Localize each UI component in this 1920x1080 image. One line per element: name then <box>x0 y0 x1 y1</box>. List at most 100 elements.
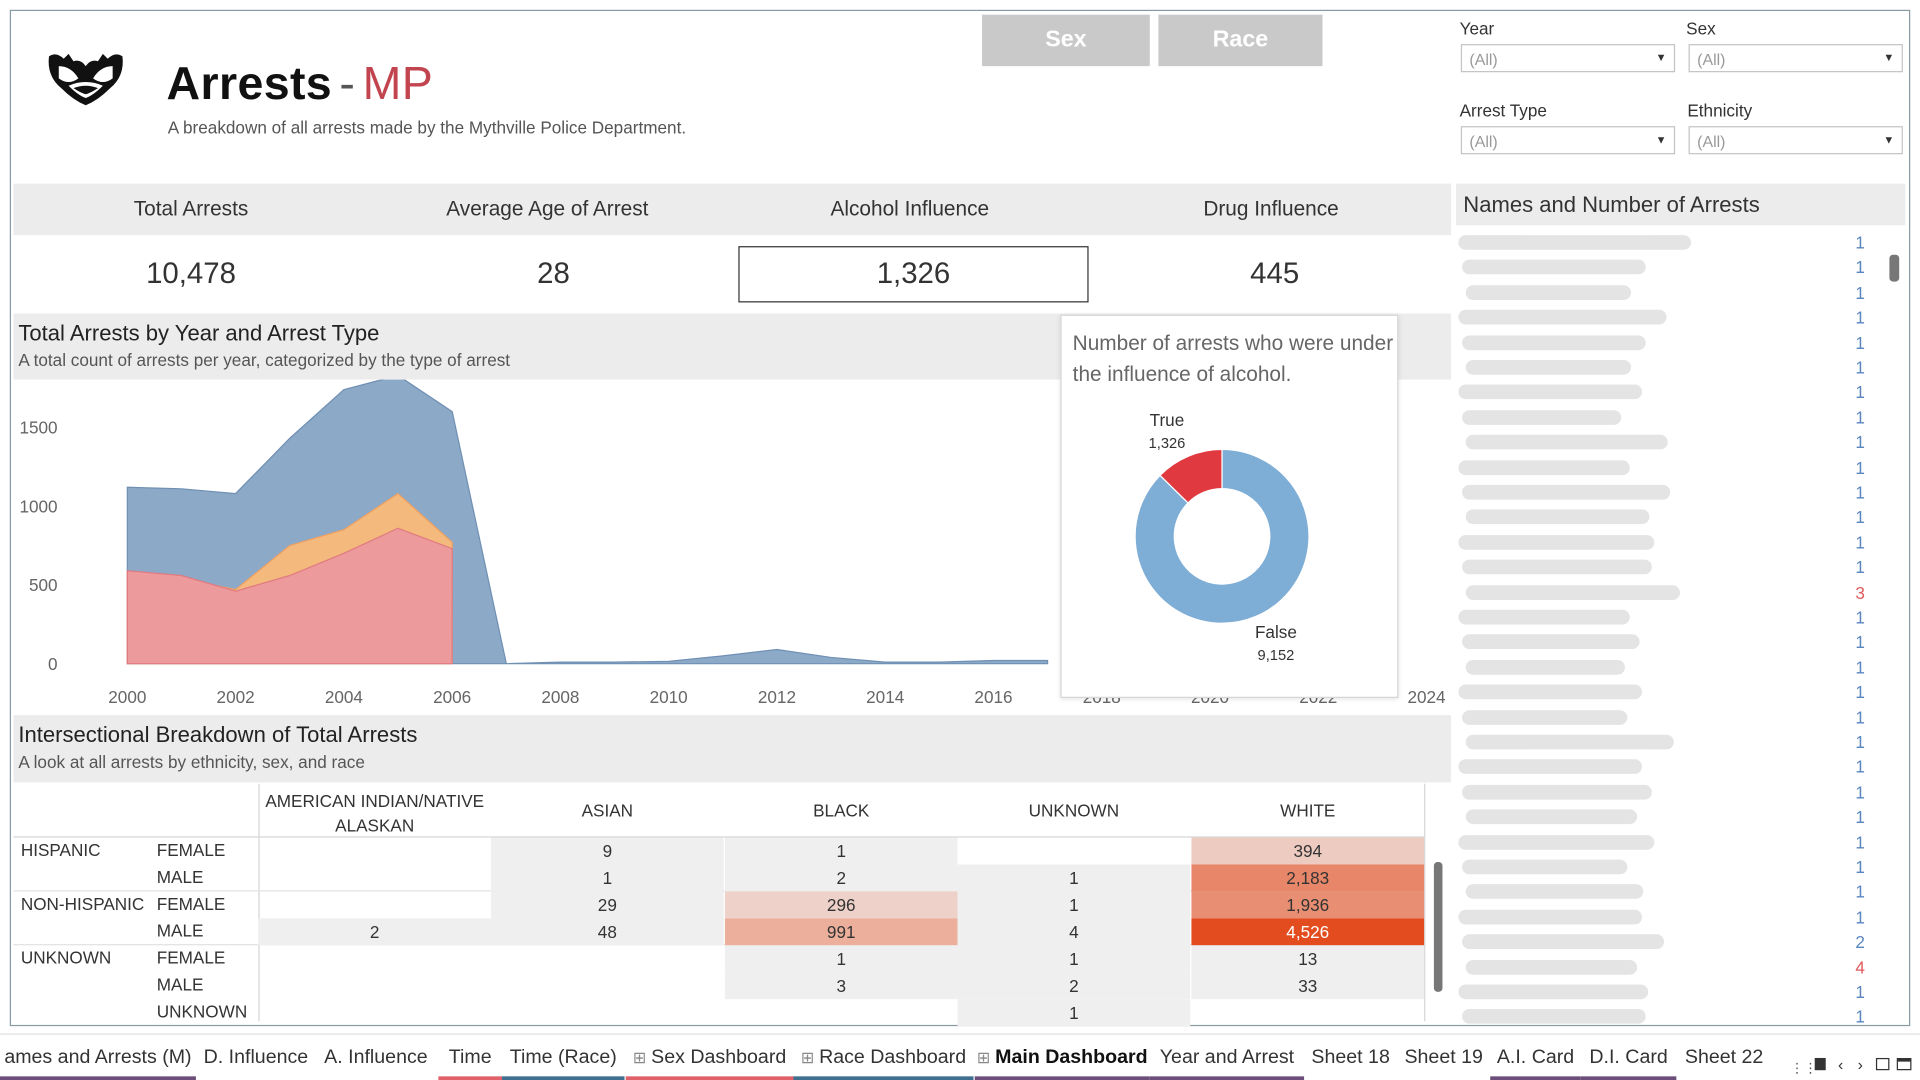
list-item[interactable]: 1 <box>1456 755 1885 779</box>
tab-time-race[interactable]: Time (Race) <box>502 1036 625 1080</box>
row-header-ethnicity[interactable]: HISPANIC <box>21 840 101 860</box>
list-item[interactable]: 1 <box>1456 330 1885 354</box>
crosstab-cell[interactable] <box>1191 999 1424 1026</box>
present-icon[interactable] <box>1896 1057 1912 1071</box>
ethnicity-filter-select[interactable]: (All) ▼ <box>1688 126 1903 155</box>
row-header-ethnicity[interactable]: NON-HISPANIC <box>21 894 145 914</box>
tab-d-influence[interactable]: D. Influence <box>196 1036 316 1080</box>
tab-year-and-arrest[interactable]: Year and Arrest <box>1149 1036 1305 1080</box>
list-item[interactable]: 4 <box>1456 955 1885 979</box>
kpi-total-arrests-value[interactable]: 10,478 <box>13 257 368 291</box>
kpi-alcohol-influence-value[interactable]: 1,326 <box>738 257 1088 291</box>
list-item[interactable]: 1 <box>1456 405 1885 429</box>
crosstab-cell[interactable]: 48 <box>491 918 724 946</box>
tab-race-dashboard[interactable]: ⊞ Race Dashboard <box>793 1036 974 1080</box>
crosstab-cell[interactable]: 1 <box>957 945 1191 973</box>
crosstab-cell[interactable] <box>258 972 491 999</box>
crosstab-cell[interactable] <box>258 891 491 918</box>
tab-a-i-card[interactable]: A.I. Card <box>1490 1036 1581 1080</box>
crosstab-cell[interactable] <box>958 838 1191 865</box>
sheet-icon[interactable] <box>1814 1057 1826 1071</box>
crosstab-cell[interactable] <box>258 945 491 972</box>
column-header-black[interactable]: BLACK <box>725 801 958 821</box>
crosstab-cell[interactable]: 394 <box>1191 837 1425 865</box>
names-scrollbar[interactable] <box>1889 254 1900 282</box>
crosstab-cell[interactable] <box>491 999 724 1026</box>
row-header-sex[interactable]: FEMALE <box>157 948 226 968</box>
list-item[interactable]: 1 <box>1456 605 1885 629</box>
crosstab-cell[interactable] <box>491 972 724 999</box>
list-item[interactable]: 1 <box>1456 555 1885 579</box>
grid-view-icon[interactable]: ⋮⋮ <box>1790 1060 1817 1077</box>
tab-main-dashboard[interactable]: ⊞ Main Dashboard <box>974 1036 1150 1080</box>
crosstab-cell[interactable]: 1 <box>957 864 1191 892</box>
tab-a-influence[interactable]: A. Influence <box>316 1036 436 1080</box>
crosstab-cell[interactable]: 1 <box>491 864 724 892</box>
list-item[interactable]: 2 <box>1456 930 1885 954</box>
list-item[interactable]: 1 <box>1456 230 1885 254</box>
crosstab-cell[interactable]: 4 <box>957 918 1191 946</box>
names-list[interactable]: 1 1 1 1 1 1 1 1 1 1 1 1 1 1 3 1 1 1 1 1 1 1 1 1 1 1 1 1 2 4 1 1 <box>1456 228 1905 1026</box>
list-item[interactable]: 1 <box>1456 430 1885 454</box>
list-item[interactable]: 3 <box>1456 580 1885 604</box>
column-header-asian[interactable]: ASIAN <box>491 801 724 821</box>
crosstab-cell[interactable] <box>725 999 958 1026</box>
crosstab-cell[interactable]: 296 <box>724 891 958 919</box>
race-toggle-button[interactable]: Race <box>1158 14 1323 67</box>
column-header-white[interactable]: WHITE <box>1191 801 1424 821</box>
row-header-sex[interactable]: FEMALE <box>157 894 226 914</box>
tab-sex-dashboard[interactable]: ⊞ Sex Dashboard <box>625 1036 794 1080</box>
list-item[interactable]: 1 <box>1456 680 1885 704</box>
crosstab-cell[interactable]: 2 <box>957 972 1191 1000</box>
list-item[interactable]: 1 <box>1456 255 1885 279</box>
list-item[interactable]: 1 <box>1456 655 1885 679</box>
row-header-sex[interactable]: FEMALE <box>157 840 226 860</box>
crosstab-cell[interactable]: 1,936 <box>1191 891 1425 919</box>
list-item[interactable]: 1 <box>1456 855 1885 879</box>
year-filter-select[interactable]: (All) ▼ <box>1460 44 1676 73</box>
crosstab-cell[interactable]: 1 <box>957 999 1191 1027</box>
alcohol-donut-chart[interactable] <box>1130 444 1314 628</box>
crosstab-cell[interactable]: 4,526 <box>1191 918 1425 946</box>
sex-toggle-button[interactable]: Sex <box>982 14 1150 67</box>
crosstab-cell[interactable]: 3 <box>724 972 958 1000</box>
list-item[interactable]: 1 <box>1456 355 1885 379</box>
list-item[interactable]: 1 <box>1456 780 1885 804</box>
column-header-unknown[interactable]: UNKNOWN <box>958 801 1191 821</box>
tab-ames-and-arrests-m[interactable]: ames and Arrests (M) <box>0 1036 196 1080</box>
tab-d-i-card[interactable]: D.I. Card <box>1580 1036 1677 1080</box>
next-tab-icon[interactable]: › <box>1858 1056 1863 1074</box>
crosstab-cell[interactable] <box>258 999 491 1026</box>
list-item[interactable]: 1 <box>1456 880 1885 904</box>
row-header-sex[interactable]: MALE <box>157 975 204 995</box>
column-header-american-indian[interactable]: AMERICAN INDIAN/NATIVE ALASKAN <box>258 789 491 838</box>
list-item[interactable]: 1 <box>1456 280 1885 304</box>
list-item[interactable]: 1 <box>1456 1005 1885 1026</box>
crosstab-cell[interactable]: 1 <box>724 837 958 865</box>
crosstab-cell[interactable]: 2,183 <box>1191 864 1425 892</box>
list-item[interactable]: 1 <box>1456 980 1885 1004</box>
list-item[interactable]: 1 <box>1456 530 1885 554</box>
list-item[interactable]: 1 <box>1456 480 1885 504</box>
prev-tab-icon[interactable]: ‹ <box>1838 1056 1843 1074</box>
crosstab-cell[interactable]: 9 <box>491 837 724 865</box>
kpi-drug-influence-value[interactable]: 445 <box>1095 257 1455 291</box>
crosstab-cell[interactable]: 1 <box>957 891 1191 919</box>
tab-time[interactable]: Time <box>438 1036 503 1080</box>
list-item[interactable]: 1 <box>1456 705 1885 729</box>
crosstab-cell[interactable] <box>491 945 724 972</box>
row-header-sex[interactable]: MALE <box>157 921 204 941</box>
list-item[interactable]: 1 <box>1456 455 1885 479</box>
list-item[interactable]: 1 <box>1456 505 1885 529</box>
crosstab-cell[interactable]: 991 <box>724 918 958 946</box>
row-header-ethnicity[interactable]: UNKNOWN <box>21 948 111 968</box>
crosstab-cell[interactable]: 13 <box>1191 945 1425 973</box>
list-item[interactable]: 1 <box>1456 830 1885 854</box>
tab-sheet-19[interactable]: Sheet 19 <box>1397 1036 1490 1080</box>
list-item[interactable]: 1 <box>1456 905 1885 929</box>
crosstab-cell[interactable] <box>258 838 491 865</box>
row-header-sex[interactable]: MALE <box>157 867 204 887</box>
kpi-average-age-value[interactable]: 28 <box>375 257 733 291</box>
crosstab-cell[interactable] <box>258 864 491 891</box>
crosstab-cell[interactable]: 1 <box>724 945 958 973</box>
